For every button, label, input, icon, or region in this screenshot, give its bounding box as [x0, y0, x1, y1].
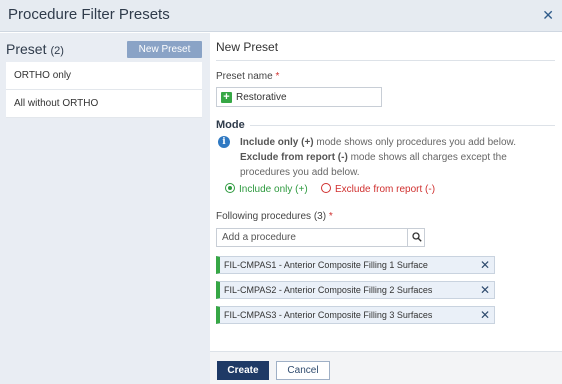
mode-exclude-label: Exclude from report (-): [335, 184, 436, 195]
procedure-tag-label: FIL-CMPAS3 - Anterior Composite Filling …: [224, 310, 433, 320]
required-mark: *: [328, 211, 333, 222]
procedure-search-input[interactable]: [217, 229, 407, 246]
procedures-label: Following procedures (3) *: [216, 211, 333, 222]
preset-name-label-text: Preset name: [216, 71, 273, 82]
procedure-tag: FIL-CMPAS1 - Anterior Composite Filling …: [216, 256, 495, 274]
procedure-tag: FIL-CMPAS2 - Anterior Composite Filling …: [216, 281, 495, 299]
remove-icon[interactable]: ✕: [480, 283, 490, 297]
remove-icon[interactable]: ✕: [480, 258, 490, 272]
preset-count: (2): [50, 45, 64, 57]
preset-header: Preset (2): [6, 41, 64, 57]
procedure-tag: FIL-CMPAS3 - Anterior Composite Filling …: [216, 306, 495, 324]
dialog-title: Procedure Filter Presets: [8, 6, 170, 23]
mode-include-radio[interactable]: Include only (+): [225, 183, 308, 195]
dialog-titlebar: Procedure Filter Presets ✕: [0, 0, 562, 32]
search-icon[interactable]: [407, 229, 424, 246]
mode-include-label: Include only (+): [239, 184, 308, 195]
form-heading: New Preset: [216, 40, 279, 54]
mode-info-text: Include only (+) mode shows only procedu…: [240, 135, 555, 180]
preset-sidebar: Preset (2) New Preset ORTHO only All with…: [0, 33, 210, 384]
cancel-button[interactable]: Cancel: [276, 361, 330, 380]
procedure-tag-label: FIL-CMPAS1 - Anterior Composite Filling …: [224, 260, 428, 270]
preset-item-ortho-only[interactable]: ORTHO only: [6, 62, 202, 90]
preset-item-all-without-ortho[interactable]: All without ORTHO: [6, 90, 202, 118]
info-exclude-strong: Exclude from report (-): [240, 152, 348, 163]
radio-unchecked-icon: [321, 183, 331, 193]
create-button[interactable]: Create: [217, 361, 269, 380]
preset-header-label: Preset: [6, 41, 47, 57]
radio-checked-icon: [225, 183, 235, 193]
procedure-search: [216, 228, 425, 247]
remove-icon[interactable]: ✕: [480, 308, 490, 322]
info-include-rest: mode shows only procedures you add below…: [313, 137, 516, 148]
mode-title: Mode: [216, 119, 245, 131]
preset-name-field[interactable]: + Restorative: [216, 87, 382, 107]
mode-exclude-radio[interactable]: Exclude from report (-): [321, 183, 435, 195]
info-exclude-line: Exclude from report (-) mode shows all c…: [240, 150, 555, 180]
preset-name-value: Restorative: [236, 92, 287, 103]
preset-form: New Preset Preset name * + Restorative M…: [210, 33, 562, 384]
info-include-line: Include only (+) mode shows only procedu…: [240, 135, 555, 150]
procedures-label-text: Following procedures (3): [216, 211, 327, 222]
close-icon[interactable]: ✕: [542, 7, 554, 24]
dialog-footer: Create Cancel: [210, 351, 562, 384]
preset-list: ORTHO only All without ORTHO: [6, 62, 202, 118]
divider: [216, 60, 555, 61]
required-mark: *: [275, 71, 280, 82]
info-include-strong: Include only (+): [240, 137, 314, 148]
divider: [250, 125, 555, 126]
info-icon: i: [218, 136, 230, 148]
preset-name-label: Preset name *: [216, 71, 279, 82]
new-preset-button[interactable]: New Preset: [127, 41, 202, 58]
procedure-tag-label: FIL-CMPAS2 - Anterior Composite Filling …: [224, 285, 433, 295]
plus-icon: +: [221, 92, 232, 103]
